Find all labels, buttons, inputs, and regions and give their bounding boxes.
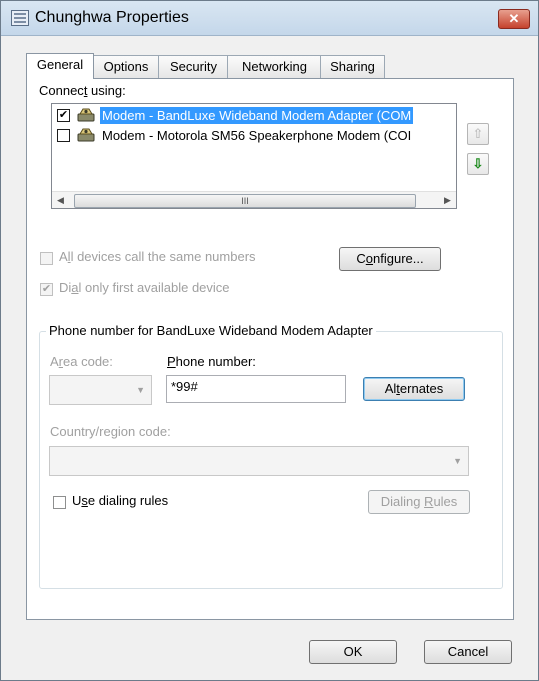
ok-button[interactable]: OK — [309, 640, 397, 664]
use-dialing-rules-label: Use dialing rules — [72, 493, 168, 508]
all-devices-label-post: l devices call the same numbers — [70, 249, 256, 264]
modem-icon — [77, 128, 95, 142]
country-region-combo[interactable]: ▼ — [49, 446, 469, 476]
scroll-left-icon[interactable]: ◀ — [52, 192, 69, 208]
dialing-rules-pre: Dialing — [380, 494, 425, 509]
phone-group-title: Phone number for BandLuxe Wideband Modem… — [46, 323, 376, 338]
configure-button[interactable]: Configure... — [339, 247, 441, 271]
alternates-button[interactable]: Alternates — [363, 377, 465, 401]
modem-icon — [77, 108, 95, 122]
phone-number-label: Phone number: — [167, 354, 256, 369]
tab-options[interactable]: Options — [92, 55, 160, 78]
move-up-button[interactable]: ⇧ — [467, 123, 489, 145]
title-bar[interactable]: Chunghwa Properties ✕ — [1, 1, 538, 36]
chevron-down-icon: ▼ — [453, 456, 462, 466]
alternates-label-post: ernates — [399, 381, 444, 396]
dial-first-checkbox[interactable]: ✔ — [40, 283, 53, 296]
connect-using-label: Connect using: — [39, 83, 126, 98]
phone-number-label-accel: P — [167, 354, 176, 369]
dialing-rules-post: ules — [433, 494, 458, 509]
dialog-body: General Options Security Networking Shar… — [10, 43, 529, 673]
phone-number-group: Phone number for BandLuxe Wideband Modem… — [39, 323, 503, 589]
connect-using-label-pre: Connec — [39, 83, 84, 98]
device-row-bandluxe[interactable]: ✔ Modem - BandLuxe Wideband Modem Adapte… — [52, 106, 456, 126]
dial-first-label-post: l only first available device — [78, 280, 230, 295]
tab-networking[interactable]: Networking — [227, 55, 322, 78]
dial-first-label: Dial only first available device — [59, 280, 230, 295]
all-devices-checkbox[interactable] — [40, 252, 53, 265]
area-code-label-post: ea code: — [63, 354, 113, 369]
close-button[interactable]: ✕ — [498, 9, 530, 29]
phone-number-input[interactable]: *99# — [166, 375, 346, 403]
general-tab-panel: Connect using: ✔ Modem - BandLuxe Wideba… — [26, 78, 514, 620]
scroll-right-icon[interactable]: ▶ — [439, 192, 456, 208]
configure-label-pre: C — [356, 251, 366, 266]
device-checkbox-motorola[interactable] — [57, 129, 70, 142]
alternates-label-pre: Al — [384, 381, 397, 396]
device-label-bandluxe: Modem - BandLuxe Wideband Modem Adapter … — [100, 107, 414, 124]
configure-label-post: nfigure... — [373, 251, 424, 266]
configure-label-accel: o — [365, 251, 374, 266]
dial-first-label-pre: Di — [59, 280, 72, 295]
chevron-down-icon: ▼ — [136, 385, 145, 395]
use-dialing-rules-pre: U — [72, 493, 82, 508]
use-dialing-rules-checkbox[interactable] — [53, 496, 66, 509]
move-down-button[interactable]: ⇩ — [467, 153, 489, 175]
properties-dialog: Chunghwa Properties ✕ General Options Se… — [0, 0, 539, 681]
dial-first-label-accel: a — [71, 280, 79, 295]
area-code-label-pre: A — [50, 354, 59, 369]
connect-using-label-post: using: — [87, 83, 126, 98]
horizontal-scrollbar[interactable]: ◀ III ▶ — [52, 191, 456, 208]
use-dialing-rules-post: e dialing rules — [87, 493, 169, 508]
all-devices-label: All devices call the same numbers — [59, 249, 256, 264]
tab-sharing[interactable]: Sharing — [320, 55, 385, 78]
network-connection-icon — [11, 10, 29, 26]
device-checkbox-bandluxe[interactable]: ✔ — [57, 109, 70, 122]
device-label-motorola: Modem - Motorola SM56 Speakerphone Modem… — [102, 128, 412, 143]
country-region-label: Country/region code: — [50, 424, 171, 439]
tab-general[interactable]: General — [26, 53, 94, 79]
phone-number-label-post: hone number: — [175, 354, 256, 369]
dialing-rules-button[interactable]: Dialing Rules — [368, 490, 470, 514]
device-row-motorola[interactable]: Modem - Motorola SM56 Speakerphone Modem… — [52, 126, 456, 146]
scroll-thumb[interactable]: III — [74, 194, 416, 208]
window-title: Chunghwa Properties — [35, 9, 189, 26]
area-code-label: Area code: — [50, 354, 113, 369]
device-list[interactable]: ✔ Modem - BandLuxe Wideband Modem Adapte… — [51, 103, 457, 209]
tab-security[interactable]: Security — [158, 55, 229, 78]
cancel-button[interactable]: Cancel — [424, 640, 512, 664]
all-devices-label-pre: A — [59, 249, 68, 264]
area-code-combo[interactable]: ▼ — [49, 375, 152, 405]
